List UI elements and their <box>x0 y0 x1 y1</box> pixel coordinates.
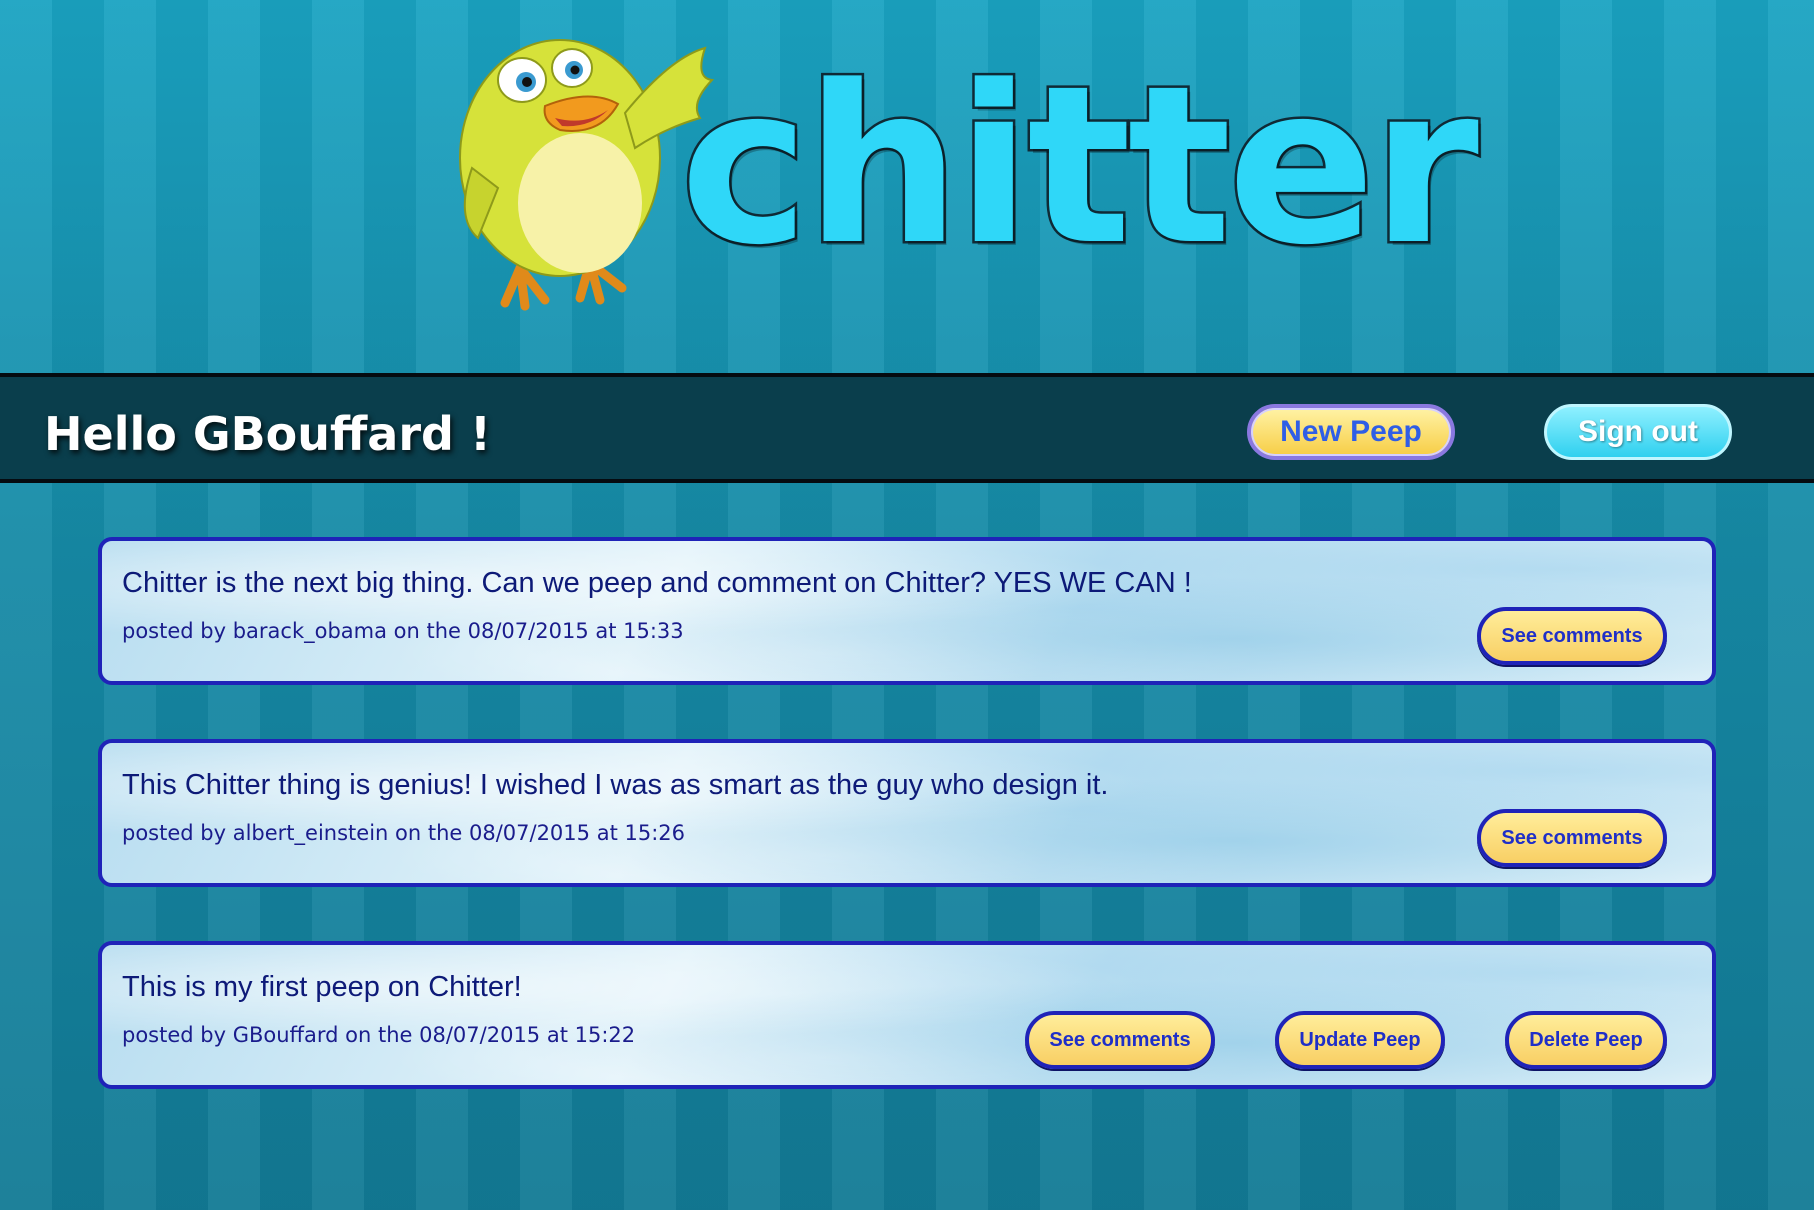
sign-out-button[interactable]: Sign out <box>1544 404 1732 460</box>
update-peep-button[interactable]: Update Peep <box>1275 1011 1445 1069</box>
peep-text: This is my first peep on Chitter! <box>122 971 522 1003</box>
peep-meta: posted by GBouffard on the 08/07/2015 at… <box>122 1023 636 1047</box>
header-bar: Hello GBouffard ! New Peep Sign out <box>0 373 1814 483</box>
new-peep-button[interactable]: New Peep <box>1247 404 1455 460</box>
delete-peep-button[interactable]: Delete Peep <box>1505 1011 1667 1069</box>
peep-card: Chitter is the next big thing. Can we pe… <box>98 537 1716 685</box>
chitter-wordmark: chitter <box>678 40 1482 293</box>
greeting-text: Hello GBouffard ! <box>44 407 491 461</box>
peep-meta: posted by albert_einstein on the 08/07/2… <box>122 821 685 845</box>
peep-card: This is my first peep on Chitter! posted… <box>98 941 1716 1089</box>
chitter-logo: chitter <box>450 18 1481 318</box>
see-comments-button[interactable]: See comments <box>1477 809 1667 867</box>
peep-meta: posted by barack_obama on the 08/07/2015… <box>122 619 684 643</box>
peep-text: This Chitter thing is genius! I wished I… <box>122 769 1109 801</box>
see-comments-button[interactable]: See comments <box>1477 607 1667 665</box>
peep-card: This Chitter thing is genius! I wished I… <box>98 739 1716 887</box>
peep-text: Chitter is the next big thing. Can we pe… <box>122 567 1192 599</box>
see-comments-button[interactable]: See comments <box>1025 1011 1215 1069</box>
